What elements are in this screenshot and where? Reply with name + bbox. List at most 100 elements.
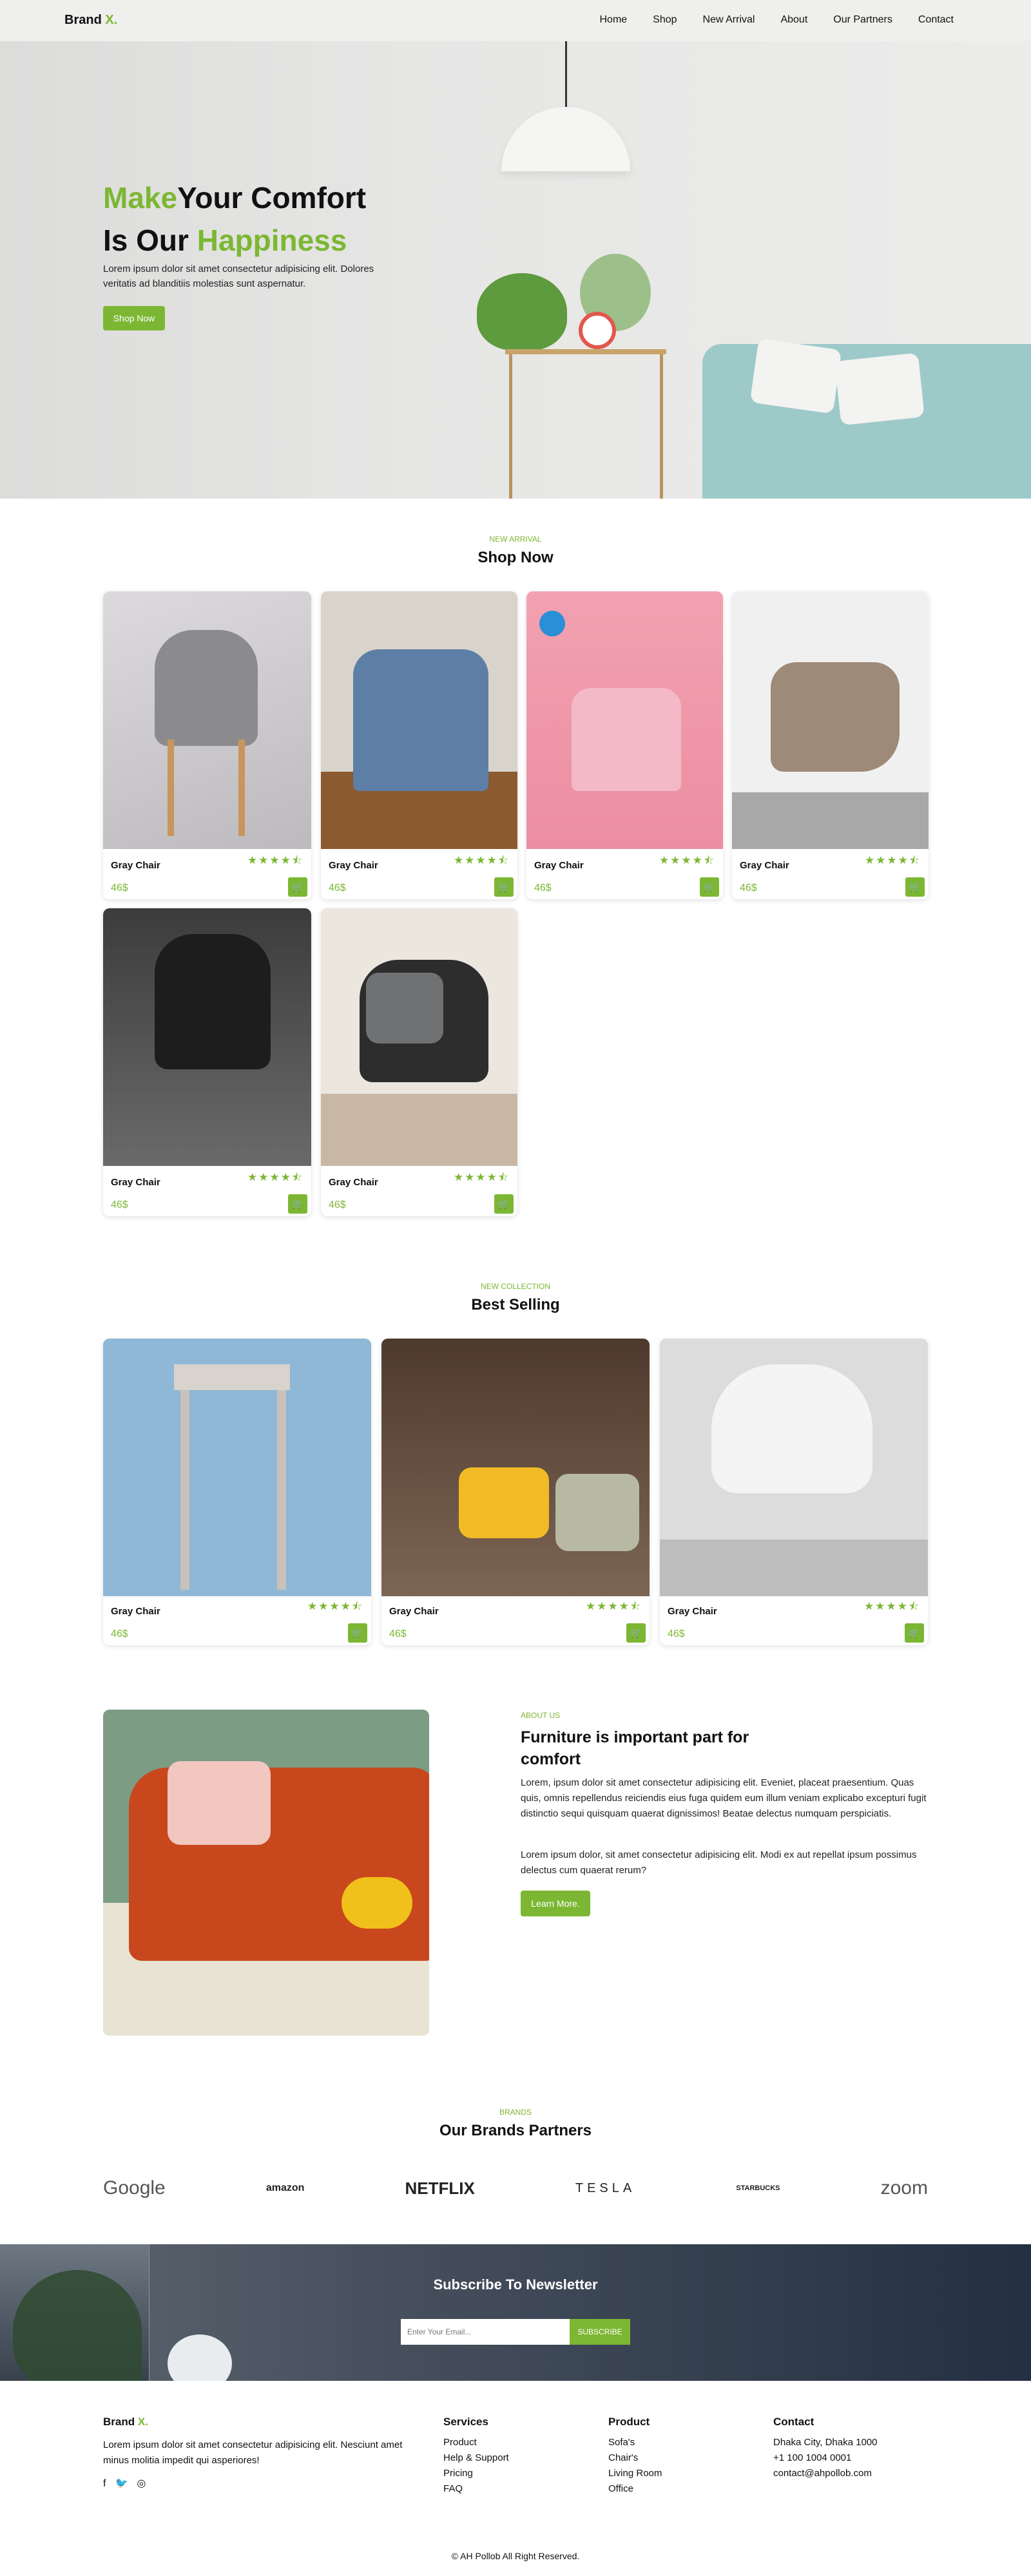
hero-heading: MakeYour Comfort Is Our Happiness (103, 177, 366, 262)
product-card[interactable]: Gray Chair ★★★★⯪ 46$ 🛒 (660, 1339, 928, 1645)
about-paragraph-1: Lorem, ipsum dolor sit amet consectetur … (521, 1777, 927, 1819)
product-image (526, 591, 723, 849)
brand-logo[interactable]: Brand X. (64, 13, 117, 28)
rating-stars: ★★★★⯪ (247, 854, 304, 866)
footer-brand[interactable]: Brand X. (103, 2414, 425, 2430)
footer-link-product[interactable]: Product (443, 2435, 509, 2450)
product-image (103, 591, 311, 849)
cart-icon[interactable]: 🛒 (494, 877, 514, 897)
footer-products: Product Sofa's Chair's Living Room Offic… (608, 2414, 662, 2497)
brand-x: X. (105, 13, 118, 27)
rating-stars: ★★★★⯪ (585, 1600, 642, 1612)
product-name: Gray Chair (329, 860, 378, 871)
product-image (321, 908, 517, 1166)
brand-name: Brand (64, 13, 102, 27)
instagram-icon[interactable]: ◎ (137, 2476, 146, 2492)
hero-section: MakeYour Comfort Is Our Happiness Lorem … (0, 41, 1031, 499)
product-name: Gray Chair (740, 860, 789, 871)
footer-link-chairs[interactable]: Chair's (608, 2450, 662, 2466)
tesla-logo: TESLA (575, 2180, 636, 2195)
facebook-icon[interactable]: f (103, 2476, 106, 2492)
product-name: Gray Chair (668, 1606, 717, 1617)
footer-about: Brand X. Lorem ipsum dolor sit amet cons… (103, 2414, 425, 2492)
section-title: Our Brands Partners (439, 2122, 592, 2139)
product-card[interactable]: Gray Chair ★★★★⯪ 46$ 🛒 (103, 1339, 371, 1645)
product-price: 46$ (668, 1628, 685, 1639)
cart-icon[interactable]: 🛒 (700, 877, 719, 897)
product-name: Gray Chair (111, 1177, 160, 1188)
social-links: f 🐦 ◎ (103, 2476, 425, 2492)
footer-link-faq[interactable]: FAQ (443, 2481, 509, 2497)
email-input[interactable] (401, 2319, 570, 2345)
nav-new-arrival[interactable]: New Arrival (703, 14, 755, 26)
nav-about[interactable]: About (780, 14, 807, 26)
hero-line2: Is Our (103, 224, 189, 257)
footer-contact: Contact Dhaka City, Dhaka 1000 +1 100 10… (773, 2414, 877, 2481)
product-card[interactable]: Gray Chair ★★★★⯪ 46$ 🛒 (526, 591, 723, 899)
nav-shop[interactable]: Shop (653, 14, 677, 26)
cart-icon[interactable]: 🛒 (494, 1194, 514, 1214)
amazon-logo: amazon (265, 2182, 305, 2193)
product-card[interactable]: Gray Chair ★★★★⯪ 46$ 🛒 (103, 591, 311, 899)
starbucks-logo: STARBUCKS (736, 2184, 780, 2192)
flower-decoration (168, 2334, 232, 2381)
footer-services-title: Services (443, 2416, 488, 2428)
product-card[interactable]: Gray Chair ★★★★⯪ 46$ 🛒 (321, 591, 517, 899)
hero-line1: Your Comfort (177, 181, 367, 215)
product-price: 46$ (111, 883, 128, 893)
product-price: 46$ (111, 1628, 128, 1639)
stand-leg (660, 354, 663, 499)
footer-phone: +1 100 1004 0001 (773, 2452, 852, 2463)
rating-stars: ★★★★⯪ (453, 854, 510, 866)
footer-link-living-room[interactable]: Living Room (608, 2466, 662, 2481)
product-card[interactable]: Gray Chair ★★★★⯪ 46$ 🛒 (103, 908, 311, 1216)
footer-email[interactable]: contact@ahpollob.com (773, 2466, 877, 2481)
footer-link-pricing[interactable]: Pricing (443, 2466, 509, 2481)
nav-home[interactable]: Home (599, 14, 627, 26)
footer-link-office[interactable]: Office (608, 2481, 662, 2497)
product-image (660, 1339, 928, 1596)
pillow (749, 338, 842, 414)
nav-contact[interactable]: Contact (918, 14, 954, 26)
rating-stars: ★★★★⯪ (247, 1171, 304, 1183)
footer-about-text: Lorem ipsum dolor sit amet consectetur a… (103, 2439, 403, 2466)
cart-icon[interactable]: 🛒 (288, 877, 307, 897)
cart-icon[interactable]: 🛒 (626, 1623, 646, 1643)
shop-now-button[interactable]: Shop Now (103, 306, 165, 330)
footer-contact-title: Contact (773, 2416, 814, 2428)
learn-more-button[interactable]: Learn More. (521, 1891, 590, 1916)
cart-icon[interactable]: 🛒 (348, 1623, 367, 1643)
footer-link-sofas[interactable]: Sofa's (608, 2435, 662, 2450)
rating-stars: ★★★★⯪ (864, 854, 921, 866)
hero-text: Lorem ipsum dolor sit amet consectetur a… (103, 263, 374, 289)
section-title: Shop Now (477, 549, 554, 566)
product-card[interactable]: Gray Chair ★★★★⯪ 46$ 🛒 (321, 908, 517, 1216)
product-card[interactable]: Gray Chair ★★★★⯪ 46$ 🛒 (381, 1339, 650, 1645)
cart-icon[interactable]: 🛒 (288, 1194, 307, 1214)
cart-icon[interactable]: 🛒 (905, 877, 925, 897)
footer-link-help[interactable]: Help & Support (443, 2450, 509, 2466)
rating-stars: ★★★★⯪ (453, 1171, 510, 1183)
top-nav: Brand X. Home Shop New Arrival About Our… (0, 0, 1031, 41)
plant-stand (505, 349, 666, 354)
stand-leg (509, 354, 512, 499)
footer-address: Dhaka City, Dhaka 1000 (773, 2437, 878, 2448)
about-label: ABOUT US (521, 1711, 561, 1720)
rating-stars: ★★★★⯪ (307, 1600, 363, 1612)
product-price: 46$ (534, 883, 552, 893)
google-logo: Google (103, 2177, 166, 2199)
twitter-icon[interactable]: 🐦 (115, 2476, 128, 2492)
product-card[interactable]: Gray Chair ★★★★⯪ 46$ 🛒 (732, 591, 929, 899)
nav-our-partners[interactable]: Our Partners (833, 14, 892, 26)
footer-services: Services Product Help & Support Pricing … (443, 2414, 509, 2497)
product-name: Gray Chair (329, 1177, 378, 1188)
lamp-cord (565, 41, 567, 109)
cart-icon[interactable]: 🛒 (905, 1623, 924, 1643)
footer-brand-name: Brand (103, 2416, 135, 2428)
hero-make: Make (103, 181, 178, 215)
subscribe-button[interactable]: SUBSCRIBE (570, 2319, 630, 2345)
product-name: Gray Chair (111, 860, 160, 871)
section-label: NEW ARRIVAL (489, 535, 542, 544)
footer-product-title: Product (608, 2416, 650, 2428)
product-image (732, 591, 929, 849)
